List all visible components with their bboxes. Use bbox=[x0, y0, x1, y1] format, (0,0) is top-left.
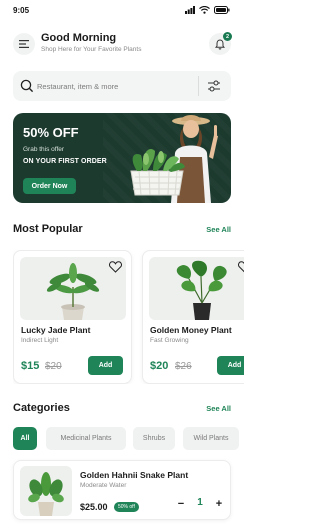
category-chip-all[interactable]: All bbox=[13, 427, 37, 450]
product-price: $25.00 bbox=[80, 502, 108, 512]
most-popular-header: Most Popular See All bbox=[13, 223, 231, 237]
menu-icon bbox=[19, 40, 29, 48]
menu-button[interactable] bbox=[13, 33, 35, 55]
product-old-price: $26 bbox=[175, 361, 192, 372]
banner-line1: Grab this offer bbox=[23, 146, 65, 153]
decrease-quantity-button[interactable]: − bbox=[174, 496, 188, 512]
search-icon bbox=[20, 79, 34, 93]
product-card[interactable]: Golden Money Plant Fast Growing $20 $26 … bbox=[142, 250, 244, 384]
product-image bbox=[20, 257, 126, 320]
add-to-cart-button[interactable]: Add bbox=[88, 356, 123, 375]
category-chips: All Medicinal Plants Shrubs Wild Plants bbox=[13, 427, 244, 450]
favorite-heart-icon[interactable] bbox=[109, 261, 122, 273]
most-popular-title: Most Popular bbox=[13, 223, 83, 235]
bell-icon bbox=[215, 38, 225, 50]
increase-quantity-button[interactable]: + bbox=[212, 496, 226, 512]
cart-list-item[interactable]: Golden Hahnii Snake Plant Moderate Water… bbox=[13, 460, 231, 520]
signal-icon bbox=[185, 6, 195, 14]
status-time: 9:05 bbox=[13, 6, 30, 15]
product-subtitle: Fast Growing bbox=[150, 337, 189, 344]
search-bar bbox=[13, 71, 231, 101]
status-bar: 9:05 bbox=[0, 0, 244, 22]
wifi-icon bbox=[199, 6, 210, 14]
banner-title: 50% OFF bbox=[23, 125, 79, 140]
category-chip-shrubs[interactable]: Shrubs bbox=[133, 427, 175, 450]
popular-carousel[interactable]: Lucky Jade Plant Indirect Light $15 $20 … bbox=[13, 250, 244, 384]
product-image bbox=[20, 466, 72, 516]
banner-woman-with-plants-image bbox=[130, 115, 218, 203]
product-card[interactable]: Lucky Jade Plant Indirect Light $15 $20 … bbox=[13, 250, 132, 384]
status-icons bbox=[185, 6, 230, 14]
filter-icon[interactable] bbox=[206, 78, 222, 94]
greeting-title: Good Morning bbox=[41, 32, 117, 44]
search-divider bbox=[198, 76, 199, 96]
product-name: Golden Money Plant bbox=[150, 325, 232, 335]
add-to-cart-button[interactable]: Add bbox=[217, 356, 244, 375]
notification-badge: 2 bbox=[223, 32, 232, 41]
battery-icon bbox=[214, 6, 230, 14]
product-old-price: $20 bbox=[45, 361, 62, 372]
quantity-value: 1 bbox=[197, 497, 203, 508]
categories-title: Categories bbox=[13, 402, 70, 414]
promo-banner: 50% OFF Grab this offer ON YOUR FIRST OR… bbox=[13, 113, 231, 203]
most-popular-see-all-link[interactable]: See All bbox=[206, 225, 231, 234]
header: Good Morning Shop Here for Your Favorite… bbox=[13, 31, 232, 61]
category-chip-wild[interactable]: Wild Plants bbox=[183, 427, 239, 450]
greeting-subtitle: Shop Here for Your Favorite Plants bbox=[41, 46, 142, 53]
notifications-button[interactable]: 2 bbox=[209, 32, 232, 55]
discount-badge: 50% off bbox=[114, 502, 139, 512]
categories-header: Categories See All bbox=[13, 402, 231, 416]
product-price: $20 bbox=[150, 360, 169, 372]
product-subtitle: Indirect Light bbox=[21, 337, 59, 344]
money-plant-image bbox=[176, 260, 227, 320]
quantity-stepper: − 1 + bbox=[174, 495, 226, 513]
categories-see-all-link[interactable]: See All bbox=[206, 404, 231, 413]
product-image bbox=[149, 257, 244, 320]
banner-line2: ON YOUR FIRST ORDER bbox=[23, 158, 107, 165]
order-now-button[interactable]: Order Now bbox=[23, 178, 76, 194]
product-price: $15 bbox=[21, 360, 40, 372]
search-input[interactable] bbox=[37, 71, 197, 101]
snake-plant-image bbox=[28, 472, 64, 516]
product-subtitle: Moderate Water bbox=[80, 482, 127, 489]
product-name: Lucky Jade Plant bbox=[21, 325, 91, 335]
category-chip-medicinal[interactable]: Medicinal Plants bbox=[46, 427, 126, 450]
product-name: Golden Hahnii Snake Plant bbox=[80, 470, 189, 480]
favorite-heart-icon[interactable] bbox=[238, 261, 244, 273]
